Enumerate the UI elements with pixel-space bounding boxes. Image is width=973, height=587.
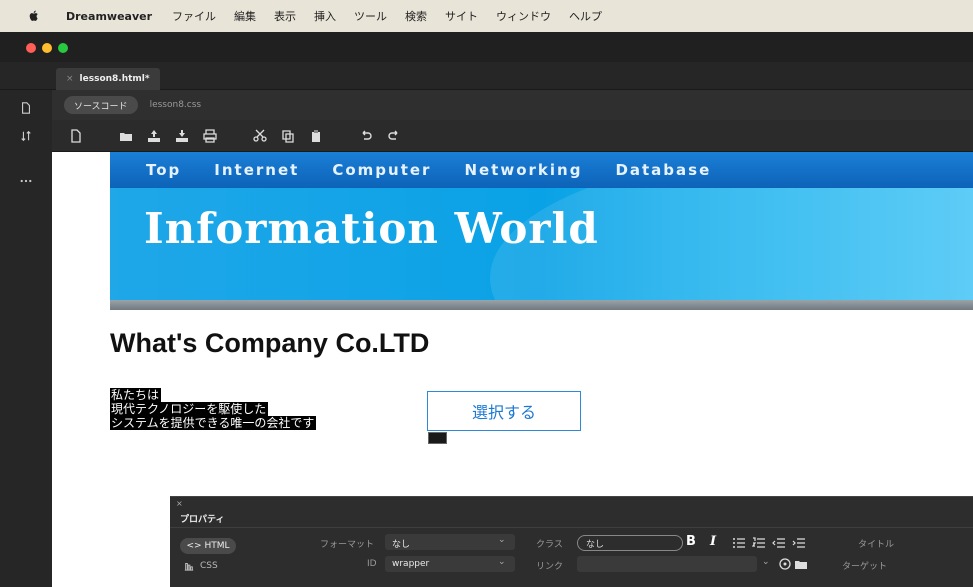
- document-toolbar: [52, 120, 973, 152]
- chevron-down-icon: ⌄: [498, 535, 506, 545]
- menu-window[interactable]: ウィンドウ: [496, 8, 551, 24]
- menu-view[interactable]: 表示: [274, 8, 296, 24]
- undo-icon[interactable]: [358, 129, 374, 143]
- indent-icon[interactable]: [792, 535, 806, 549]
- point-to-file-icon[interactable]: [778, 556, 792, 570]
- title-label: タイトル: [858, 540, 895, 550]
- menu-edit[interactable]: 編集: [234, 8, 256, 24]
- target-label: ターゲット: [842, 562, 888, 572]
- chevron-down-icon: ⌄: [762, 557, 770, 567]
- window-titlebar: [0, 32, 973, 62]
- link-label: リンク: [536, 562, 564, 572]
- window-controls: [26, 43, 68, 53]
- app-menu[interactable]: Dreamweaver: [66, 10, 152, 23]
- element-handle[interactable]: [428, 432, 447, 444]
- zoom-window-button[interactable]: [58, 43, 68, 53]
- selected-text-block[interactable]: 私たちは 現代テクノロジーを駆使した システムを提供できる唯一の会社です: [110, 384, 317, 430]
- menu-file[interactable]: ファイル: [172, 8, 216, 24]
- print-icon[interactable]: [202, 128, 218, 143]
- document-tab-bar: × lesson8.html*: [0, 62, 973, 90]
- paste-icon[interactable]: [308, 129, 324, 143]
- unordered-list-icon[interactable]: [732, 535, 746, 549]
- menu-find[interactable]: 検索: [405, 8, 427, 24]
- italic-button[interactable]: I: [710, 534, 716, 549]
- redo-icon[interactable]: [386, 129, 402, 143]
- css-mode-label: CSS: [200, 561, 218, 571]
- nav-link-internet[interactable]: Internet: [214, 161, 299, 179]
- site-banner: Information World: [110, 188, 973, 300]
- chevron-down-icon: ⌄: [498, 557, 506, 567]
- document-tab-label: lesson8.html*: [79, 74, 150, 84]
- nav-link-networking[interactable]: Networking: [464, 161, 582, 179]
- document-tab[interactable]: × lesson8.html*: [56, 68, 160, 90]
- properties-title: プロパティ: [180, 515, 225, 525]
- nav-link-top[interactable]: Top: [146, 161, 181, 179]
- copy-icon[interactable]: [280, 129, 296, 143]
- menu-help[interactable]: ヘルプ: [569, 8, 602, 24]
- selected-text-line: システムを提供できる唯一の会社です: [110, 416, 317, 430]
- html-mode-button[interactable]: <> HTML: [180, 538, 236, 554]
- css-icon: [184, 561, 194, 574]
- menu-site[interactable]: サイト: [445, 8, 478, 24]
- left-toolbar: [0, 90, 52, 587]
- apple-menu-icon[interactable]: [26, 9, 42, 23]
- file-icon[interactable]: [16, 102, 36, 118]
- close-panel-icon[interactable]: ×: [176, 499, 183, 508]
- source-code-button[interactable]: ソースコード: [64, 96, 138, 114]
- format-value: なし: [392, 540, 411, 550]
- browse-folder-icon[interactable]: [794, 556, 808, 570]
- format-label: フォーマット: [320, 540, 375, 550]
- select-callout-button[interactable]: 選択する: [427, 391, 581, 431]
- outdent-icon[interactable]: [772, 535, 786, 549]
- minimize-window-button[interactable]: [42, 43, 52, 53]
- link-input[interactable]: [577, 556, 757, 572]
- company-heading: What's Company Co.LTD: [110, 328, 430, 358]
- properties-panel: × プロパティ <> HTML CSS フォーマット なし ⌄ ID wrapp…: [170, 496, 973, 587]
- id-value: wrapper: [392, 559, 430, 569]
- menu-insert[interactable]: 挿入: [314, 8, 336, 24]
- close-window-button[interactable]: [26, 43, 36, 53]
- class-label: クラス: [536, 540, 563, 550]
- menu-bar: Dreamweaver ファイル 編集 表示 挿入 ツール 検索 サイト ウィン…: [0, 0, 973, 32]
- nav-link-computer[interactable]: Computer: [332, 161, 431, 179]
- more-icon[interactable]: [16, 174, 36, 190]
- class-value: なし: [586, 539, 605, 550]
- upload-icon[interactable]: [146, 129, 162, 143]
- banner-title: Information World: [144, 204, 599, 253]
- id-label: ID: [367, 559, 377, 569]
- site-navigation: Top Internet Computer Networking Databas…: [110, 152, 973, 188]
- menu-tools[interactable]: ツール: [354, 8, 387, 24]
- banner-divider: [110, 300, 973, 310]
- css-mode-button[interactable]: CSS: [184, 561, 218, 574]
- bold-button[interactable]: B: [686, 534, 696, 549]
- download-icon[interactable]: [174, 129, 190, 143]
- nav-link-database[interactable]: Database: [615, 161, 711, 179]
- new-file-icon[interactable]: [68, 128, 84, 143]
- related-files-bar: ソースコード lesson8.css: [52, 90, 973, 120]
- cut-icon[interactable]: [252, 129, 268, 143]
- ordered-list-icon[interactable]: [751, 535, 766, 549]
- open-folder-icon[interactable]: [118, 129, 134, 143]
- css-file-link[interactable]: lesson8.css: [150, 100, 202, 110]
- class-select[interactable]: なし: [577, 535, 683, 551]
- close-tab-icon[interactable]: ×: [66, 74, 74, 84]
- sort-icon[interactable]: [16, 130, 36, 146]
